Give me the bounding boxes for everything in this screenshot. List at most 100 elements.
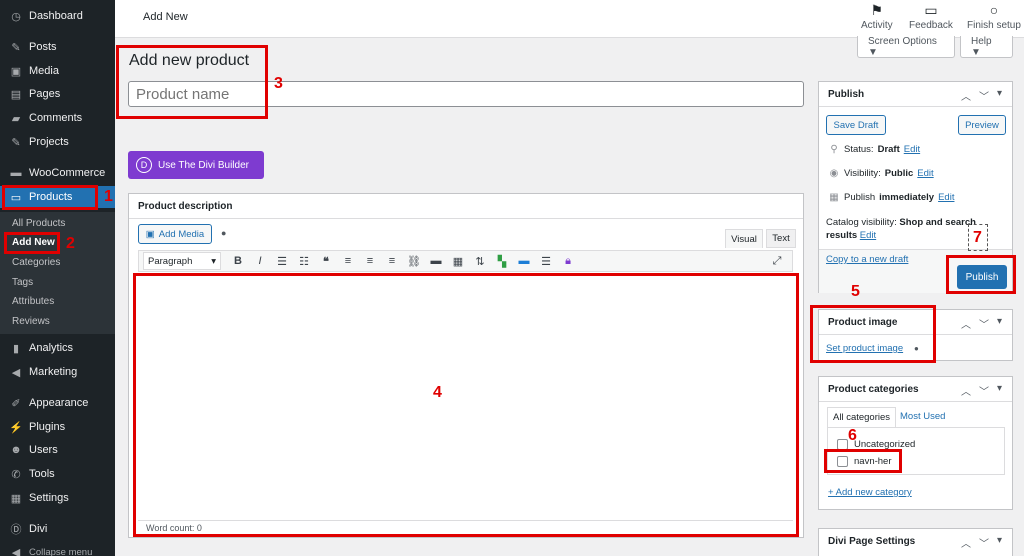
chevron-up-icon[interactable]: ︿ <box>961 383 971 398</box>
menu-settings[interactable]: ▦ Settings <box>0 487 115 509</box>
pin-icon: ✎ <box>11 41 21 54</box>
blockquote-icon[interactable]: ❝ <box>315 252 337 270</box>
menu-marketing[interactable]: ◀ Marketing <box>0 361 115 383</box>
italic-icon[interactable]: I <box>249 252 271 270</box>
caret-down-icon[interactable]: ▾ <box>997 383 1002 398</box>
menu-label: Marketing <box>29 366 78 378</box>
screen-options-button[interactable]: Screen Options ▼ <box>857 36 955 58</box>
menu-label: Analytics <box>29 342 74 354</box>
menu-collapse[interactable]: ◀ Collapse menu <box>0 541 115 556</box>
tab-visual[interactable]: Visual <box>725 229 763 248</box>
lock-icon[interactable]: 🔒︎ <box>557 252 579 270</box>
caret-down-icon[interactable]: ▾ <box>997 88 1002 103</box>
menu-media[interactable]: ▣ Media <box>0 60 115 82</box>
menu-pages[interactable]: ▤ Pages <box>0 83 115 105</box>
help-button[interactable]: Help ▼ <box>960 36 1013 58</box>
menu-tools[interactable]: ✆ Tools <box>0 463 115 485</box>
annotation-number: 7 <box>973 229 982 246</box>
toolbar-toggle-icon[interactable]: ▦ <box>447 252 469 270</box>
chevron-down-icon[interactable]: ﹀ <box>979 316 989 331</box>
menu-label: Comments <box>29 112 83 124</box>
copy-draft-link[interactable]: Copy to a new draft <box>826 254 908 265</box>
menu-appearance[interactable]: ✐ Appearance <box>0 392 115 414</box>
chevron-down-icon[interactable]: ﹀ <box>979 88 989 103</box>
visibility-value: Public <box>884 168 914 179</box>
align-center-icon[interactable]: ≡ <box>359 252 381 270</box>
menu-projects[interactable]: ✎ Projects <box>0 131 115 153</box>
menu-label: Pages <box>29 88 61 100</box>
tab-text[interactable]: Text <box>766 229 796 248</box>
activity-button[interactable]: ⚑ Activity <box>861 2 893 31</box>
menu-woocommerce[interactable]: ▬ WooCommerce <box>0 162 115 184</box>
divider <box>129 218 803 219</box>
status-row: ⚲ Status: Draft Edit <box>828 144 920 155</box>
link-icon[interactable]: ⛓ <box>403 252 425 270</box>
publish-time-row: ▦ Publish immediately Edit <box>828 192 954 203</box>
box-toggles: ︿ ﹀ ▾ <box>961 88 1002 103</box>
annotation-number: 3 <box>274 75 283 92</box>
bold-icon[interactable]: B <box>227 252 249 270</box>
add-new-category-link[interactable]: + Add new category <box>828 487 912 498</box>
woo-icon: ▬ <box>10 167 22 179</box>
layout-icon[interactable]: ▚ <box>491 252 513 270</box>
divi-builder-button[interactable]: D Use The Divi Builder <box>128 151 264 179</box>
feedback-button[interactable]: ▭ Feedback <box>909 2 953 31</box>
read-more-icon[interactable]: ▬ <box>425 252 447 270</box>
flag-icon: ⚑ <box>870 2 884 18</box>
finish-setup-button[interactable]: ○ Finish setup <box>967 2 1021 31</box>
divider <box>819 401 1012 402</box>
format-select-value: Paragraph <box>148 255 193 267</box>
feedback-label: Feedback <box>909 20 953 31</box>
numbered-list-icon[interactable]: ☷ <box>293 252 315 270</box>
submenu-categories[interactable]: Categories <box>12 257 60 268</box>
chevron-up-icon[interactable]: ︿ <box>961 535 971 550</box>
editor-toolbar: Paragraph ▾ B I ☰ ☷ ❝ ≡ ≡ ≡ ⛓ ▬ ▦ ⇅ ▚ ▬ ☰… <box>138 250 793 272</box>
edit-visibility-link[interactable]: Edit <box>917 168 933 179</box>
feedback-icon: ▭ <box>924 2 938 18</box>
submenu-reviews[interactable]: Reviews <box>12 316 50 327</box>
align-left-icon[interactable]: ≡ <box>337 252 359 270</box>
box-toggles: ︿ ﹀ ▾ <box>961 316 1002 331</box>
status-value: Draft <box>877 144 900 155</box>
submenu-attributes[interactable]: Attributes <box>12 296 54 307</box>
fullscreen-icon[interactable]: ⤢ <box>766 252 788 270</box>
menu-dashboard[interactable]: ◷ Dashboard <box>0 5 115 27</box>
add-media-button[interactable]: ▣ Add Media <box>138 224 212 244</box>
menu-plugins[interactable]: ⚡ Plugins <box>0 416 115 438</box>
menu-users[interactable]: ☻ Users <box>0 439 115 461</box>
annotation-box-products <box>2 185 98 210</box>
tab-all-categories[interactable]: All categories <box>827 407 897 427</box>
edit-publish-link[interactable]: Edit <box>938 192 954 203</box>
help-icon[interactable]: ● <box>221 228 226 238</box>
align-right-icon[interactable]: ≡ <box>381 252 403 270</box>
users-icon: ☻ <box>10 444 22 456</box>
caret-down-icon[interactable]: ▾ <box>997 535 1002 550</box>
chevron-down-icon[interactable]: ﹀ <box>979 535 989 550</box>
menu-analytics[interactable]: ▮ Analytics <box>0 337 115 359</box>
menu-label: Media <box>29 65 59 77</box>
tab-most-used[interactable]: Most Used <box>900 411 945 422</box>
chevron-up-icon[interactable]: ︿ <box>961 88 971 103</box>
chevron-down-icon: ▾ <box>211 255 216 267</box>
chevron-down-icon[interactable]: ﹀ <box>979 383 989 398</box>
caret-down-icon[interactable]: ▾ <box>997 316 1002 331</box>
menu-comments[interactable]: ▰ Comments <box>0 107 115 129</box>
submenu-tags[interactable]: Tags <box>12 277 33 288</box>
product-description-title: Product description <box>138 201 233 212</box>
bullet-list-icon[interactable]: ☰ <box>271 252 293 270</box>
edit-catalog-link[interactable]: Edit <box>860 230 876 241</box>
menu-divi[interactable]: Ⓓ Divi <box>0 518 115 540</box>
chevron-up-icon[interactable]: ︿ <box>961 316 971 331</box>
annotation-number: 5 <box>851 283 860 300</box>
list-icon[interactable]: ☰ <box>535 252 557 270</box>
brush-icon: ✐ <box>11 397 21 410</box>
shortcode-icon[interactable]: ⇅ <box>469 252 491 270</box>
comments-icon: ▰ <box>11 112 21 125</box>
format-select[interactable]: Paragraph ▾ <box>143 252 221 270</box>
divider-icon[interactable]: ▬ <box>513 252 535 270</box>
save-draft-button[interactable]: Save Draft <box>826 115 886 135</box>
preview-button[interactable]: Preview <box>958 115 1006 135</box>
menu-posts[interactable]: ✎ Posts <box>0 36 115 58</box>
submenu-all-products[interactable]: All Products <box>12 218 65 229</box>
edit-status-link[interactable]: Edit <box>904 144 920 155</box>
